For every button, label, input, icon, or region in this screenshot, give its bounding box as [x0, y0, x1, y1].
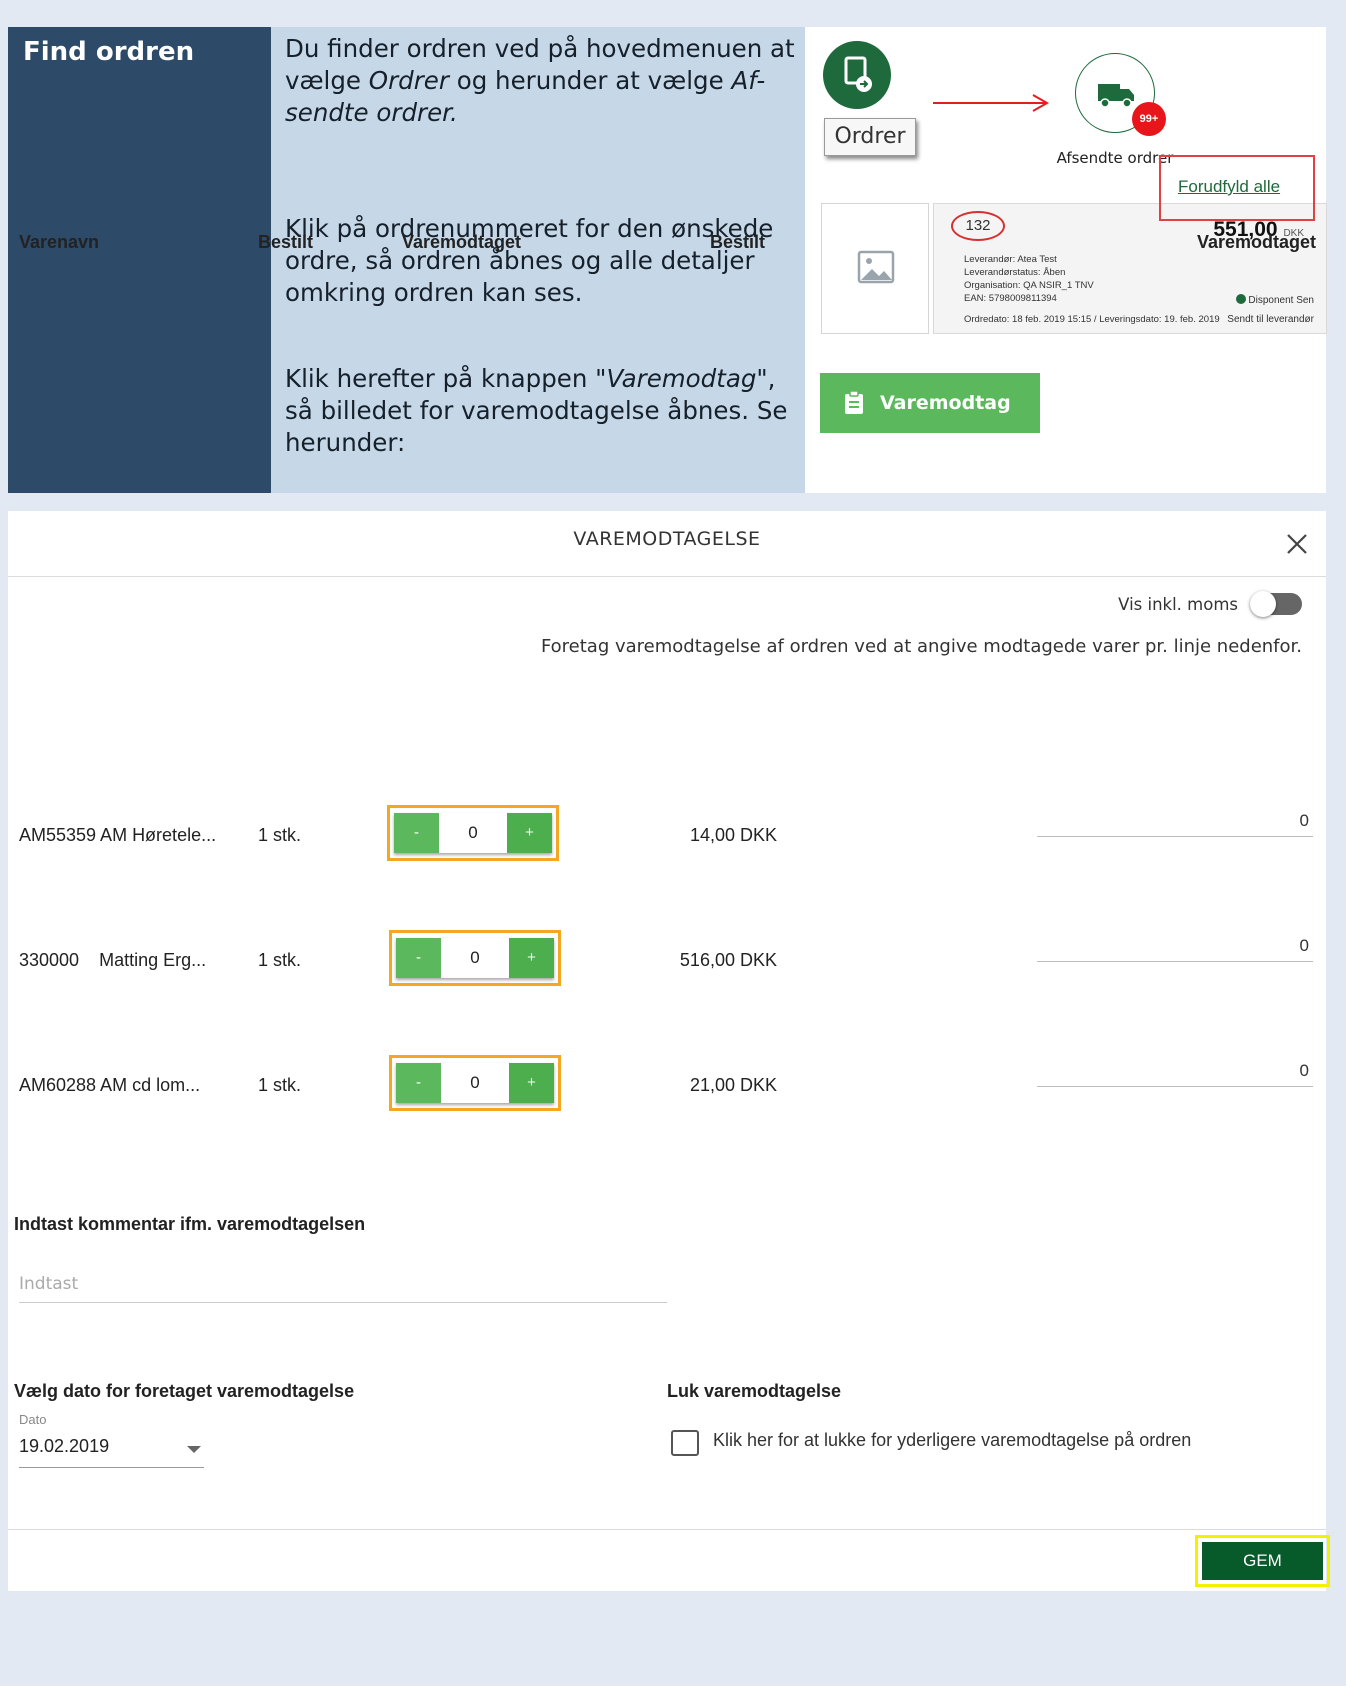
- chevron-down-icon[interactable]: [187, 1446, 201, 1453]
- date-value: 19.02.2019: [19, 1436, 110, 1456]
- column-header-bestilt: Bestilt: [258, 232, 314, 252]
- increment-button[interactable]: +: [509, 938, 554, 978]
- close-section-label: Luk varemodtagelse: [667, 1381, 842, 1401]
- row-item-qty: 1 stk.: [258, 950, 302, 970]
- column-header-varemodtaget: Varemodtaget: [402, 232, 522, 252]
- guide-step-3: Klik herefter på knappen "Varemodtag", s…: [285, 364, 788, 457]
- person-icon: [1235, 294, 1246, 304]
- row-item-price: 516,00 DKK: [679, 950, 777, 970]
- guide-step-1: Du finder ordren ved på hovedmenuen at v…: [285, 34, 795, 127]
- column-header-varemodtaget-value: Varemodtaget: [1196, 232, 1316, 252]
- received-field[interactable]: 0: [1037, 936, 1313, 962]
- date-field-label: Dato: [19, 1412, 47, 1427]
- column-header-varenavn: Varenavn: [19, 232, 100, 252]
- date-section-label: Vælg dato for foretaget varemodtagelse: [14, 1381, 355, 1401]
- received-field[interactable]: 0: [1037, 1061, 1313, 1087]
- comment-input[interactable]: [19, 1265, 667, 1303]
- close-icon[interactable]: [1282, 529, 1312, 559]
- decrement-button[interactable]: -: [396, 938, 441, 978]
- close-receipt-checkbox-label: Klik her for at lukke for yderligere var…: [713, 1430, 1192, 1450]
- sent-status: Sendt til leverandør: [1227, 314, 1314, 325]
- received-field[interactable]: 0: [1037, 811, 1313, 837]
- modal-header: VAREMODTAGELSE: [8, 511, 1326, 577]
- save-button[interactable]: GEM: [1202, 1542, 1323, 1580]
- varemodtagelse-modal: VAREMODTAGELSE Vis inkl. moms Foretag va…: [8, 511, 1326, 1591]
- row-item-price: 21,00 DKK: [689, 1075, 777, 1095]
- save-highlight: GEM: [1195, 1535, 1330, 1587]
- instruction-table: Find ordren Du finder ordren ved på hove…: [8, 27, 1327, 493]
- quantity-stepper[interactable]: - 0 +: [394, 813, 552, 853]
- modal-title: VAREMODTAGELSE: [573, 528, 761, 550]
- notification-badge: 99+: [1132, 102, 1166, 136]
- ordrer-menu-icon: [823, 41, 891, 109]
- date-select[interactable]: 19.02.2019: [19, 1436, 204, 1468]
- clipboard-icon: [845, 391, 863, 414]
- order-details: Leverandør: Atea Test Leverandørstatus: …: [964, 254, 1094, 304]
- varemodtag-button[interactable]: Varemodtag: [820, 373, 1040, 433]
- quantity-value[interactable]: 0: [441, 1063, 509, 1103]
- order-number[interactable]: 132: [951, 211, 1005, 241]
- row-item-price: 14,00 DKK: [689, 825, 777, 845]
- disponent-status: Disponent Sen: [1235, 294, 1314, 306]
- stepper-highlight: - 0 +: [387, 805, 559, 861]
- close-receipt-checkbox[interactable]: [671, 1430, 699, 1456]
- stepper-highlight: - 0 +: [389, 930, 561, 986]
- row-item-qty: 1 stk.: [258, 1075, 302, 1095]
- column-header-bestilt-price: Bestilt: [710, 232, 766, 252]
- row-item-qty: 1 stk.: [258, 825, 302, 845]
- quantity-stepper[interactable]: - 0 +: [396, 1063, 554, 1103]
- intro-text: Foretag varemodtagelse af ordren ved at …: [540, 636, 1302, 657]
- prefill-all-link[interactable]: Forudfyld alle: [1178, 177, 1280, 197]
- quantity-value[interactable]: 0: [439, 813, 507, 853]
- vat-toggle-label: Vis inkl. moms: [1118, 594, 1238, 614]
- increment-button[interactable]: +: [507, 813, 552, 853]
- row-item-name: AM60288 AM cd lom...: [19, 1075, 201, 1095]
- comment-label: Indtast kommentar ifm. varemodtagelsen: [14, 1214, 366, 1234]
- guide-text-column: Du finder ordren ved på hovedmenuen at v…: [271, 27, 805, 493]
- image-icon: [857, 250, 895, 284]
- arrow-right-icon: [933, 94, 1050, 112]
- quantity-stepper[interactable]: - 0 +: [396, 938, 554, 978]
- row-item-name: 330000 Matting Erg...: [19, 950, 207, 970]
- quantity-value[interactable]: 0: [441, 938, 509, 978]
- order-dates: Ordredato: 18 feb. 2019 15:15 / Levering…: [964, 314, 1220, 325]
- row-item-name: AM55359 AM Høretele...: [19, 825, 217, 845]
- decrement-button[interactable]: -: [396, 1063, 441, 1103]
- modal-footer-divider: [8, 1529, 1326, 1530]
- ordrer-menu-label: Ordrer: [824, 118, 916, 156]
- guide-title: Find ordren: [8, 27, 271, 493]
- order-card[interactable]: 132 551,00 DKK Leverandør: Atea Test Lev…: [933, 203, 1327, 334]
- guide-step-2: Klik på ordrenummeret for den ønskede or…: [285, 214, 774, 307]
- vat-toggle[interactable]: [1250, 591, 1302, 617]
- product-image-placeholder: [821, 203, 929, 334]
- guide-screenshot-column: Ordrer 99+ Afsendte ordrer 132 551,00 DK…: [805, 27, 1327, 493]
- increment-button[interactable]: +: [509, 1063, 554, 1103]
- vat-toggle-row: Vis inkl. moms: [1118, 591, 1302, 617]
- decrement-button[interactable]: -: [394, 813, 439, 853]
- stepper-highlight: - 0 +: [389, 1055, 561, 1111]
